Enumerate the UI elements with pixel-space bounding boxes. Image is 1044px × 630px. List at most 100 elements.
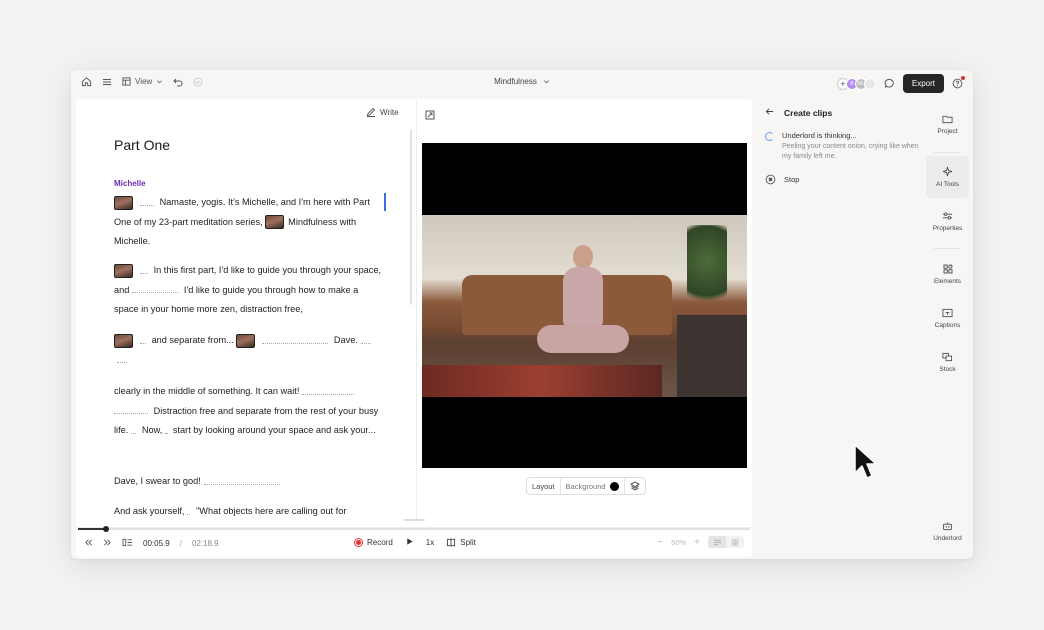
layout-label: Layout — [532, 481, 555, 491]
rail-label: Elements — [933, 277, 962, 285]
clip-thumbnail[interactable] — [236, 333, 256, 348]
canvas-controls: Layout Background — [526, 477, 646, 495]
playhead[interactable] — [103, 526, 109, 532]
silence-gap — [131, 428, 137, 434]
export-button[interactable]: Export — [902, 74, 944, 93]
loading-spinner-icon — [765, 132, 774, 141]
create-clips-panel: Create clips Underlord is thinking... Pe… — [755, 99, 921, 557]
expand-icon[interactable] — [425, 107, 435, 125]
captions-icon — [942, 308, 953, 317]
clip-thumbnail[interactable] — [114, 195, 133, 210]
layout-button[interactable]: Layout — [527, 478, 561, 494]
mouse-pointer-icon — [853, 443, 877, 486]
thinking-status: Underlord is thinking... Peeling your co… — [765, 131, 922, 161]
zoom-level: 50% — [671, 537, 687, 547]
transcript-scrollbar[interactable] — [410, 129, 412, 305]
transcript-paragraph[interactable]: In this first part, I'd like to guide yo… — [114, 261, 382, 320]
video-canvas[interactable] — [422, 143, 747, 468]
rail-label: Captions — [934, 321, 961, 329]
avatar — [863, 77, 876, 90]
help-icon[interactable] — [952, 76, 965, 89]
total-time: 02:18.9 — [191, 539, 219, 548]
record-button[interactable]: Record — [354, 538, 393, 547]
grid-view-icon[interactable] — [726, 536, 744, 548]
transcript-text[interactable]: Dave, I swear to god! — [114, 476, 201, 486]
playback-progress[interactable] — [78, 526, 750, 532]
view-toggle[interactable] — [708, 536, 744, 548]
rail-label: AI Tools — [935, 181, 959, 188]
transcript-text[interactable]: Dave. — [334, 335, 358, 345]
chapters-icon[interactable] — [122, 538, 133, 549]
clip-thumbnail[interactable] — [114, 333, 133, 348]
view-label: View — [135, 77, 153, 86]
chevron-down-icon — [157, 80, 163, 84]
zoom-out-icon[interactable]: − — [657, 537, 663, 548]
back-arrow-icon[interactable] — [765, 107, 774, 118]
silence-gap — [140, 200, 154, 206]
play-icon[interactable] — [405, 537, 414, 548]
transcript-text[interactable]: clearly in the middle of something. It c… — [114, 386, 299, 396]
view-menu-button[interactable]: View — [122, 77, 163, 86]
project-title: Mindfulness — [494, 77, 537, 86]
stop-icon — [765, 174, 776, 185]
transcript-text[interactable]: "What objects here are calling out for — [196, 506, 346, 516]
clip-thumbnail[interactable] — [265, 215, 285, 230]
transcript-text[interactable]: start by looking around your space and a… — [173, 425, 376, 435]
transcript-panel[interactable]: Write Part One Michelle Namaste, yogis. … — [76, 99, 416, 519]
top-bar: View Mindfulness + B ML Export — [71, 70, 973, 98]
collaborators[interactable]: + B ML — [836, 77, 876, 90]
comment-icon[interactable] — [884, 78, 895, 89]
chevron-down-icon — [543, 80, 549, 84]
speaker-label[interactable]: Michelle — [114, 179, 146, 188]
silence-gap — [203, 479, 280, 485]
skip-forward-icon[interactable] — [103, 538, 112, 549]
rail-item-ai-tools[interactable]: AI Tools — [926, 156, 969, 198]
project-title-dropdown[interactable]: Mindfulness — [494, 77, 550, 86]
silence-gap — [140, 268, 148, 274]
split-button[interactable]: Split — [446, 538, 476, 547]
skip-back-icon[interactable] — [84, 538, 93, 549]
preview-panel: Layout Background — [416, 99, 752, 519]
rail-item-underlord[interactable]: Underlord — [926, 510, 969, 552]
silence-gap — [165, 428, 168, 434]
background-button[interactable]: Background — [561, 478, 625, 494]
transcript-text[interactable]: and separate from... — [152, 335, 234, 345]
rail-item-stock[interactable]: Stock — [926, 341, 969, 383]
rail-item-properties[interactable]: Properties — [926, 200, 969, 242]
write-button[interactable]: Write — [366, 107, 399, 117]
playback-speed-button[interactable]: 1x — [426, 538, 434, 547]
split-icon — [447, 538, 456, 547]
transcript-text[interactable]: And ask yourself, — [114, 506, 184, 516]
transcript-paragraph[interactable]: Namaste, yogis. It's Michelle, and I'm h… — [114, 193, 382, 252]
rail-label: Project — [937, 127, 958, 135]
sync-status-icon — [193, 77, 203, 87]
rail-label: Stock — [939, 365, 956, 373]
clip-thumbnail[interactable] — [114, 263, 133, 278]
zoom-in-icon[interactable]: + — [694, 537, 700, 548]
transcript-paragraph[interactable]: And ask yourself, "What objects here are… — [114, 502, 382, 519]
undo-icon[interactable] — [173, 77, 183, 87]
resize-handle[interactable] — [403, 519, 425, 521]
rail-item-project[interactable]: Project — [926, 103, 969, 145]
menu-icon[interactable] — [102, 77, 112, 87]
silence-gap — [360, 338, 371, 344]
transcript-paragraph[interactable]: clearly in the middle of something. It c… — [114, 382, 382, 441]
rail-item-captions[interactable]: Captions — [926, 297, 969, 339]
silence-gap — [140, 338, 146, 344]
stop-button[interactable]: Stop — [765, 174, 799, 185]
sparkle-icon — [942, 166, 953, 177]
document-title[interactable]: Part One — [114, 137, 170, 153]
rail-label: Underlord — [933, 534, 962, 542]
home-icon[interactable] — [81, 76, 92, 87]
background-color-swatch[interactable] — [609, 481, 619, 491]
script-view-icon[interactable] — [708, 536, 726, 548]
time-separator: / — [179, 539, 182, 548]
transcript-paragraph[interactable]: Dave, I swear to god! — [114, 472, 382, 492]
silence-gap — [114, 408, 148, 415]
rail-item-elements[interactable]: Elements — [926, 253, 969, 295]
folder-icon — [942, 115, 953, 123]
panel-title: Create clips — [784, 107, 833, 118]
transcript-text[interactable]: Now, — [142, 425, 162, 435]
transcript-paragraph[interactable]: and separate from... Dave. — [114, 331, 382, 370]
layers-icon[interactable] — [625, 478, 645, 494]
